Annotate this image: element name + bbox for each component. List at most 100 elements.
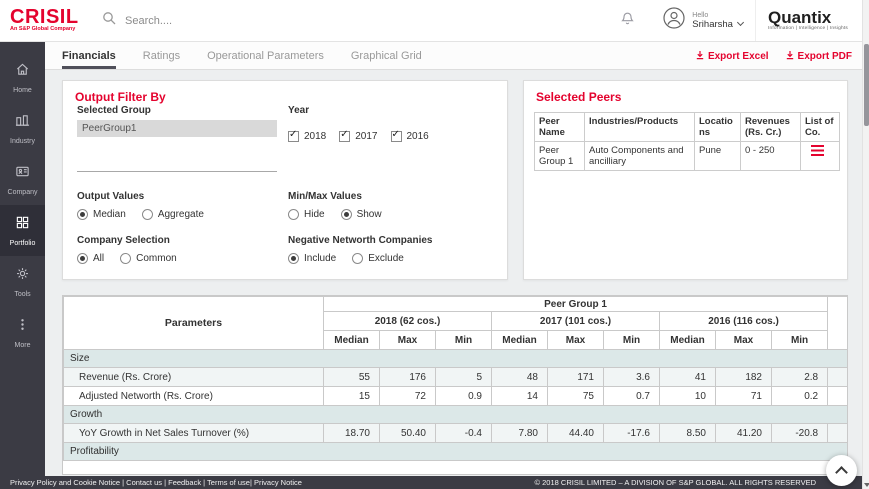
stat-header: Max xyxy=(716,331,772,350)
crisil-brand-text: CRISIL xyxy=(10,9,88,26)
peer-locations-cell: Pune xyxy=(695,142,741,171)
radio-include[interactable]: Include xyxy=(288,253,336,264)
radio-label: All xyxy=(93,253,104,264)
sidebar-item-label: Home xyxy=(13,87,32,94)
home-icon xyxy=(15,62,30,82)
radio-label: Exclude xyxy=(368,253,404,264)
app-window: CRISIL An S&P Global Company Hello Sriha… xyxy=(0,0,869,489)
radio-median[interactable]: Median xyxy=(77,209,126,220)
sidebar-item-label: More xyxy=(15,342,31,349)
radio-exclude[interactable]: Exclude xyxy=(352,253,404,264)
radio-common[interactable]: Common xyxy=(120,253,177,264)
checkbox-icon xyxy=(391,131,402,142)
sidebar-item-industry[interactable]: Industry xyxy=(0,103,45,154)
radio-all[interactable]: All xyxy=(77,253,104,264)
radio-icon xyxy=(288,209,299,220)
selected-peers-table: Peer Name Industries/Products Locations … xyxy=(534,112,840,171)
search-input[interactable] xyxy=(125,15,425,27)
radio-label: Aggregate xyxy=(158,209,204,220)
stat-header: Median xyxy=(492,331,548,350)
stat-header: Min xyxy=(436,331,492,350)
peers-col-revenues: Revenues (Rs. Cr.) xyxy=(741,113,801,142)
export-excel-button[interactable]: Export Excel xyxy=(695,50,769,63)
tab-ratings[interactable]: Ratings xyxy=(143,50,180,69)
sidebar-item-tools[interactable]: Tools xyxy=(0,256,45,307)
chevron-down-icon xyxy=(737,19,744,26)
download-icon xyxy=(695,50,705,63)
tab-graphical-grid[interactable]: Graphical Grid xyxy=(351,50,422,69)
group-title-row: Parameters Peer Group 1 xyxy=(64,297,849,312)
export-actions: Export Excel Export PDF xyxy=(695,50,862,69)
minmax-radio-group: Hide Show xyxy=(288,209,382,220)
chevron-up-icon xyxy=(835,466,848,479)
hello-text: Hello xyxy=(692,12,743,19)
stat-header: Max xyxy=(548,331,604,350)
footer-links[interactable]: Privacy Policy and Cookie Notice | Conta… xyxy=(10,478,302,487)
stat-header: Min xyxy=(604,331,660,350)
company-list-icon[interactable] xyxy=(811,145,824,156)
crisil-logo[interactable]: CRISIL An S&P Global Company xyxy=(0,9,88,32)
selected-peers-panel: Selected Peers Peer Name Industries/Prod… xyxy=(523,80,848,280)
radio-show[interactable]: Show xyxy=(341,209,382,220)
export-pdf-label: Export PDF xyxy=(798,51,852,62)
company-selection-radio-group: All Common xyxy=(77,253,177,264)
notifications-button[interactable] xyxy=(604,0,651,41)
radio-label: Show xyxy=(357,209,382,220)
year-group-2018: 2018 (62 cos.) xyxy=(324,312,492,331)
scroll-to-top-button[interactable] xyxy=(826,455,857,486)
industry-icon xyxy=(15,113,30,133)
sidebar-item-label: Portfolio xyxy=(10,240,36,247)
table-row-yoy-growth: YoY Growth in Net Sales Turnover (%) 18.… xyxy=(64,424,849,443)
selected-group-option[interactable]: PeerGroup1 xyxy=(77,120,277,137)
year-checkbox-2016[interactable]: 2016 xyxy=(391,131,429,142)
table-row-adjusted-networth: Adjusted Networth (Rs. Crore) 15 72 0.9 … xyxy=(64,387,849,406)
search-icon xyxy=(102,11,116,30)
checkbox-label: 2018 xyxy=(304,131,326,142)
year-label: Year xyxy=(288,105,309,116)
avatar-icon xyxy=(663,7,685,34)
radio-label: Common xyxy=(136,253,177,264)
radio-icon xyxy=(288,253,299,264)
export-pdf-button[interactable]: Export PDF xyxy=(785,50,852,63)
bell-icon xyxy=(620,11,635,31)
tab-operational-parameters[interactable]: Operational Parameters xyxy=(207,50,324,69)
table-row-revenue: Revenue (Rs. Crore) 55 176 5 48 171 3.6 … xyxy=(64,368,849,387)
radio-icon xyxy=(352,253,363,264)
spacer-column xyxy=(828,297,848,350)
peer-list-cell xyxy=(801,142,840,171)
radio-aggregate[interactable]: Aggregate xyxy=(142,209,204,220)
scrollbar-thumb[interactable] xyxy=(864,44,869,126)
export-excel-label: Export Excel xyxy=(708,51,769,62)
year-checkbox-2017[interactable]: 2017 xyxy=(339,131,377,142)
sidebar-item-more[interactable]: More xyxy=(0,307,45,358)
parameter-cell: YoY Growth in Net Sales Turnover (%) xyxy=(64,424,324,443)
portfolio-icon xyxy=(15,215,30,235)
scrollbar-down-arrow[interactable] xyxy=(864,483,869,487)
sidebar-item-home[interactable]: Home xyxy=(0,52,45,103)
tab-financials[interactable]: Financials xyxy=(62,50,116,69)
peer-comparison-table: Parameters Peer Group 1 2018 (62 cos.) 2… xyxy=(62,295,848,475)
year-checkbox-2018[interactable]: 2018 xyxy=(288,131,326,142)
sidebar-item-label: Company xyxy=(8,189,38,196)
username-text: Sriharsha xyxy=(692,19,733,30)
peers-col-list-of-co: List of Co. xyxy=(801,113,840,142)
minmax-values-label: Min/Max Values xyxy=(288,191,362,202)
stat-header: Median xyxy=(324,331,380,350)
radio-label: Median xyxy=(93,209,126,220)
selected-group-listbox[interactable]: PeerGroup1 xyxy=(77,120,277,172)
page-scrollbar[interactable] xyxy=(862,0,869,489)
sidebar-item-portfolio[interactable]: Portfolio xyxy=(0,205,45,256)
download-icon xyxy=(785,50,795,63)
output-values-radio-group: Median Aggregate xyxy=(77,209,204,220)
section-row-size: Size xyxy=(64,350,849,368)
user-menu[interactable]: Hello Sriharsha xyxy=(651,0,755,41)
checkbox-label: 2016 xyxy=(407,131,429,142)
sidebar-item-company[interactable]: Company xyxy=(0,154,45,205)
page-footer: Privacy Policy and Cookie Notice | Conta… xyxy=(0,476,862,489)
radio-hide[interactable]: Hide xyxy=(288,209,325,220)
sidebar-item-label: Industry xyxy=(10,138,35,145)
tab-bar: Financials Ratings Operational Parameter… xyxy=(45,42,862,70)
more-icon xyxy=(15,317,30,337)
negative-networth-radio-group: Include Exclude xyxy=(288,253,404,264)
stat-header: Max xyxy=(380,331,436,350)
